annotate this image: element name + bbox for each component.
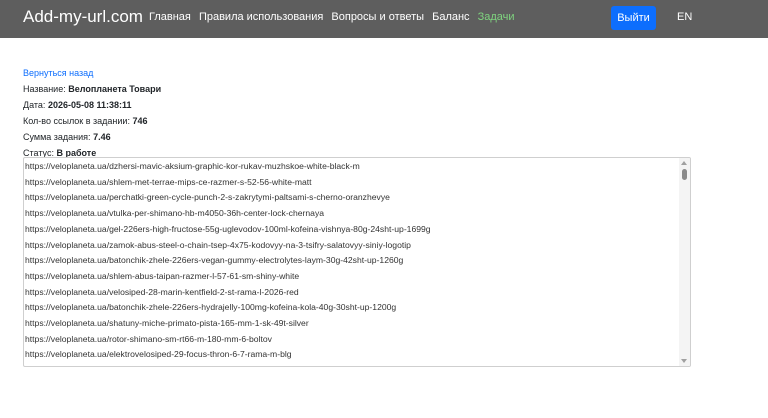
nav-rules[interactable]: Правила использования: [199, 11, 323, 23]
task-sum-row: Сумма задания: 7.46: [23, 129, 703, 145]
link-line: https://veloplaneta.ua/perchatki-green-c…: [25, 192, 390, 203]
nav-balance[interactable]: Баланс: [432, 11, 469, 23]
task-name-value: Велопланета Товари: [68, 84, 162, 94]
scrollbar-thumb[interactable]: [682, 169, 687, 180]
scroll-down-arrow-icon[interactable]: [681, 359, 687, 363]
top-navbar: Add-my-url.com Главная Правила использов…: [0, 0, 768, 38]
task-name-label: Название:: [23, 84, 66, 94]
link-line: https://veloplaneta.ua/shlem-abus-taipan…: [25, 270, 300, 281]
task-date-label: Дата:: [23, 100, 46, 110]
link-line: https://veloplaneta.ua/shlem-met-terrae-…: [25, 176, 312, 187]
nav-tasks[interactable]: Задачи: [478, 11, 515, 23]
task-links-count-value: 746: [132, 116, 148, 126]
logout-button[interactable]: Выйти: [611, 6, 656, 30]
link-line: https://veloplaneta.ua/batonchik-zhele-2…: [25, 255, 404, 266]
back-link[interactable]: Вернуться назад: [23, 65, 703, 81]
scroll-up-arrow-icon[interactable]: [681, 161, 687, 165]
links-textarea[interactable]: https://veloplaneta.ua/dzhersi-mavic-aks…: [23, 157, 691, 367]
link-line: https://veloplaneta.ua/rotor-shimano-sm-…: [25, 333, 272, 344]
task-details: Вернуться назад Название: Велопланета То…: [23, 65, 703, 161]
links-list: https://veloplaneta.ua/dzhersi-mavic-aks…: [24, 158, 680, 363]
task-links-count-row: Кол-во ссылок в задании: 746: [23, 113, 703, 129]
link-line: https://veloplaneta.ua/batonchik-zhele-2…: [25, 302, 397, 313]
vertical-scrollbar[interactable]: [679, 158, 690, 366]
language-switch[interactable]: EN: [677, 11, 692, 24]
task-date-value: 2026-05-08 11:38:11: [47, 100, 132, 110]
task-links-count-label: Кол-во ссылок в задании:: [23, 116, 130, 126]
link-line: https://veloplaneta.ua/velosiped-28-mari…: [25, 286, 299, 297]
brand-logo[interactable]: Add-my-url.com: [23, 7, 143, 27]
task-date-row: Дата: 2026-05-08 11:38:11: [23, 97, 703, 113]
task-name-row: Название: Велопланета Товари: [23, 81, 703, 97]
nav-home[interactable]: Главная: [149, 11, 191, 23]
link-line: https://veloplaneta.ua/zamok-abus-steel-…: [25, 239, 411, 250]
nav-faq[interactable]: Вопросы и ответы: [331, 11, 424, 23]
main-nav: Главная Правила использования Вопросы и …: [149, 11, 520, 24]
link-line: https://veloplaneta.ua/vtulka-per-shiman…: [25, 208, 325, 219]
link-line: https://veloplaneta.ua/elektrovelosiped-…: [25, 349, 292, 360]
link-line: https://veloplaneta.ua/gel-226ers-high-f…: [25, 223, 431, 234]
task-sum-value: 7.46: [93, 132, 111, 142]
task-sum-label: Сумма задания:: [23, 132, 91, 142]
link-line: https://veloplaneta.ua/dzhersi-mavic-aks…: [25, 161, 360, 171]
link-line: https://veloplaneta.ua/shatuny-miche-pri…: [25, 318, 309, 329]
